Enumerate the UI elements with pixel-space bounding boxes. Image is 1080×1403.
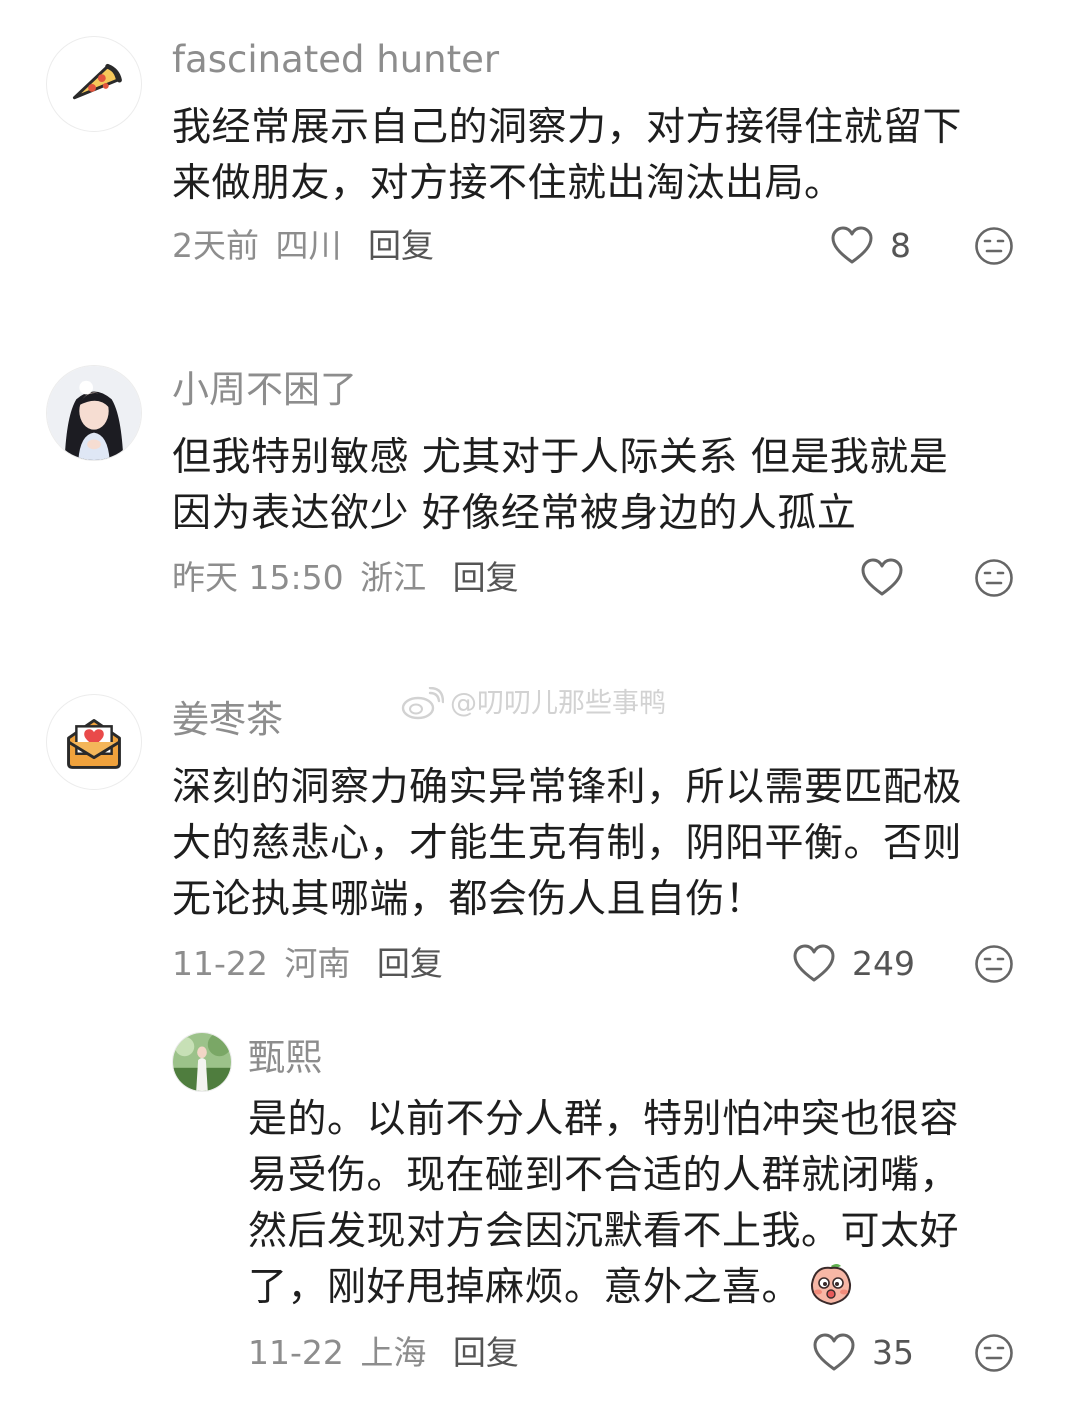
neutral-face-icon (975, 227, 1013, 265)
heart-icon (813, 1333, 855, 1371)
timestamp: 昨天 15:50 (172, 558, 344, 597)
timestamp: 11-22 (248, 1333, 344, 1372)
peach-emoji (811, 1264, 852, 1306)
reply-button[interactable]: 回复 (453, 1333, 519, 1372)
like-count: 8 (890, 226, 911, 265)
girl-photo-avatar (47, 366, 141, 460)
username[interactable]: 小周不困了 (172, 368, 357, 412)
reply-button[interactable]: 回复 (377, 944, 443, 983)
comment-text: 深刻的洞察力确实异常锋利，所以需要匹配极 大的慈悲心，才能生克有制，阴阳平衡。否… (172, 760, 962, 928)
neutral-face-icon (975, 559, 1013, 597)
comment-line: 了，刚好甩掉麻烦。意外之喜。 (248, 1265, 802, 1310)
timestamp: 2天前 (172, 226, 259, 265)
like-count: 249 (852, 944, 915, 983)
comment-text: 是的。以前不分人群，特别怕冲突也很容 易受伤。现在碰到不合适的人群就闭嘴， 然后… (248, 1092, 959, 1316)
reply-button[interactable]: 回复 (368, 226, 434, 265)
heart-icon (831, 226, 873, 264)
like-button[interactable] (860, 558, 920, 598)
comment-line: 是的。以前不分人群，特别怕冲突也很容 (248, 1097, 960, 1142)
comment-line: 但我特别敏感 尤其对于人际关系 但是我就是 (172, 435, 949, 480)
avatar[interactable] (172, 1032, 232, 1092)
comment-line: 我经常展示自己的洞察力，对方接得住就留下 (172, 105, 963, 150)
comment-line: 无论执其哪端，都会伤人且自伤！ (172, 877, 765, 922)
comment-text: 但我特别敏感 尤其对于人际关系 但是我就是 因为表达欲少 好像经常被身边的人孤立 (172, 430, 948, 542)
location: 浙江 (360, 558, 427, 597)
comment-line: 来做朋友，对方接不住就出淘汰出局。 (172, 161, 844, 206)
avatar[interactable] (46, 36, 142, 132)
heart-icon (793, 944, 835, 982)
photo-avatar (173, 1033, 231, 1091)
watermark: @叨叨儿那些事鸭 (400, 686, 666, 722)
username[interactable]: fascinated hunter (172, 38, 499, 82)
timestamp: 11-22 (172, 944, 268, 983)
username[interactable]: 姜枣茶 (172, 698, 283, 742)
comment-meta: 11-22 河南 回复 (172, 944, 443, 984)
comment-meta: 11-22 上海 回复 (248, 1333, 519, 1373)
weibo-icon (401, 687, 444, 720)
comment-meta: 昨天 15:50 浙江 回复 (172, 558, 519, 598)
dislike-button[interactable] (974, 1333, 1014, 1373)
dislike-button[interactable] (974, 558, 1014, 598)
comment-text: 我经常展示自己的洞察力，对方接得住就留下 来做朋友，对方接不住就出淘汰出局。 (172, 100, 962, 212)
comment-line-last: 了，刚好甩掉麻烦。意外之喜。 (248, 1260, 959, 1316)
heart-icon (861, 558, 903, 596)
heart-envelope-icon (67, 718, 121, 769)
avatar[interactable] (46, 365, 142, 461)
comment-line: 大的慈悲心，才能生克有制，阴阳平衡。否则 (172, 821, 963, 866)
comment-line: 深刻的洞察力确实异常锋利，所以需要匹配极 (172, 765, 963, 810)
location: 四川 (275, 226, 342, 265)
reply-button[interactable]: 回复 (453, 558, 519, 597)
like-button[interactable]: 249 (792, 944, 915, 984)
watermark-text: @叨叨儿那些事鸭 (450, 688, 666, 719)
comment-meta: 2天前 四川 回复 (172, 226, 434, 266)
comment-line: 因为表达欲少 好像经常被身边的人孤立 (172, 491, 857, 536)
like-button[interactable]: 8 (830, 226, 911, 266)
dislike-button[interactable] (974, 944, 1014, 984)
neutral-face-icon (975, 945, 1013, 983)
like-button[interactable]: 35 (812, 1333, 914, 1373)
location: 上海 (360, 1333, 427, 1372)
avatar[interactable] (46, 694, 142, 790)
username[interactable]: 甄熙 (248, 1036, 322, 1080)
pizza-icon (72, 63, 122, 100)
comment-line: 易受伤。现在碰到不合适的人群就闭嘴， (248, 1153, 960, 1198)
dislike-button[interactable] (974, 226, 1014, 266)
comment-line: 然后发现对方会因沉默看不上我。可太好 (248, 1209, 960, 1254)
location: 河南 (284, 944, 351, 983)
like-count: 35 (872, 1333, 914, 1372)
neutral-face-icon (975, 1334, 1013, 1372)
